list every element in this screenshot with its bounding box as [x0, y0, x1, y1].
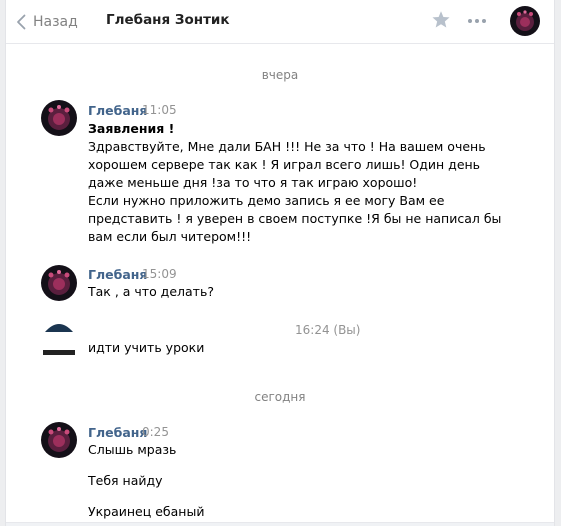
- sender-name[interactable]: Глебаня: [88, 267, 147, 282]
- message-text: даже меньше дня !за то что я так играю х…: [88, 175, 418, 190]
- message-text: вам если был читером!!!: [88, 229, 252, 244]
- message-text: Слышь мразь: [88, 442, 177, 457]
- star-icon[interactable]: [430, 9, 452, 34]
- message-text: Украинец ебаный: [88, 504, 205, 519]
- chat-title[interactable]: Глебаня Зонтик: [106, 12, 230, 28]
- back-label: Назад: [33, 14, 78, 30]
- message-text: идти учить уроки: [88, 340, 205, 355]
- more-dots-icon[interactable]: [468, 19, 486, 23]
- message-text: Тебя найду: [88, 473, 163, 488]
- message-text: Заявления !: [88, 121, 175, 136]
- avatar[interactable]: [41, 100, 77, 136]
- composer-edge: [6, 522, 554, 526]
- message-time[interactable]: 0:25: [142, 425, 169, 439]
- back-button[interactable]: Назад: [16, 12, 78, 32]
- message-time[interactable]: 11:05: [142, 103, 177, 117]
- sender-name[interactable]: Глебаня: [88, 425, 147, 440]
- chat-header: Назад Глебаня Зонтик: [6, 0, 554, 44]
- avatar[interactable]: [41, 422, 77, 458]
- chat-window: Назад Глебаня Зонтик вчера Глебаня 11:05…: [5, 0, 555, 526]
- message-time[interactable]: 15:09: [142, 267, 177, 281]
- chevron-left-icon: [17, 14, 26, 30]
- message-text: представить ! я уверен в своем поступке …: [88, 211, 502, 226]
- message-text: хорошем сервере так как ! Я играл всего …: [88, 157, 481, 172]
- avatar[interactable]: [510, 6, 540, 36]
- message-text: Если нужно приложить демо запись я ее мо…: [88, 193, 445, 208]
- date-separator: сегодня: [254, 390, 306, 404]
- avatar[interactable]: [41, 265, 77, 301]
- avatar[interactable]: [41, 320, 77, 356]
- message-text: Здравствуйте, Мне дали БАН !!! Не за что…: [88, 139, 486, 154]
- sender-name[interactable]: Глебаня: [88, 103, 147, 118]
- message-time[interactable]: 16:24 (Вы): [295, 323, 360, 337]
- date-separator: вчера: [261, 68, 299, 82]
- message-text: Так , а что делать?: [88, 284, 214, 299]
